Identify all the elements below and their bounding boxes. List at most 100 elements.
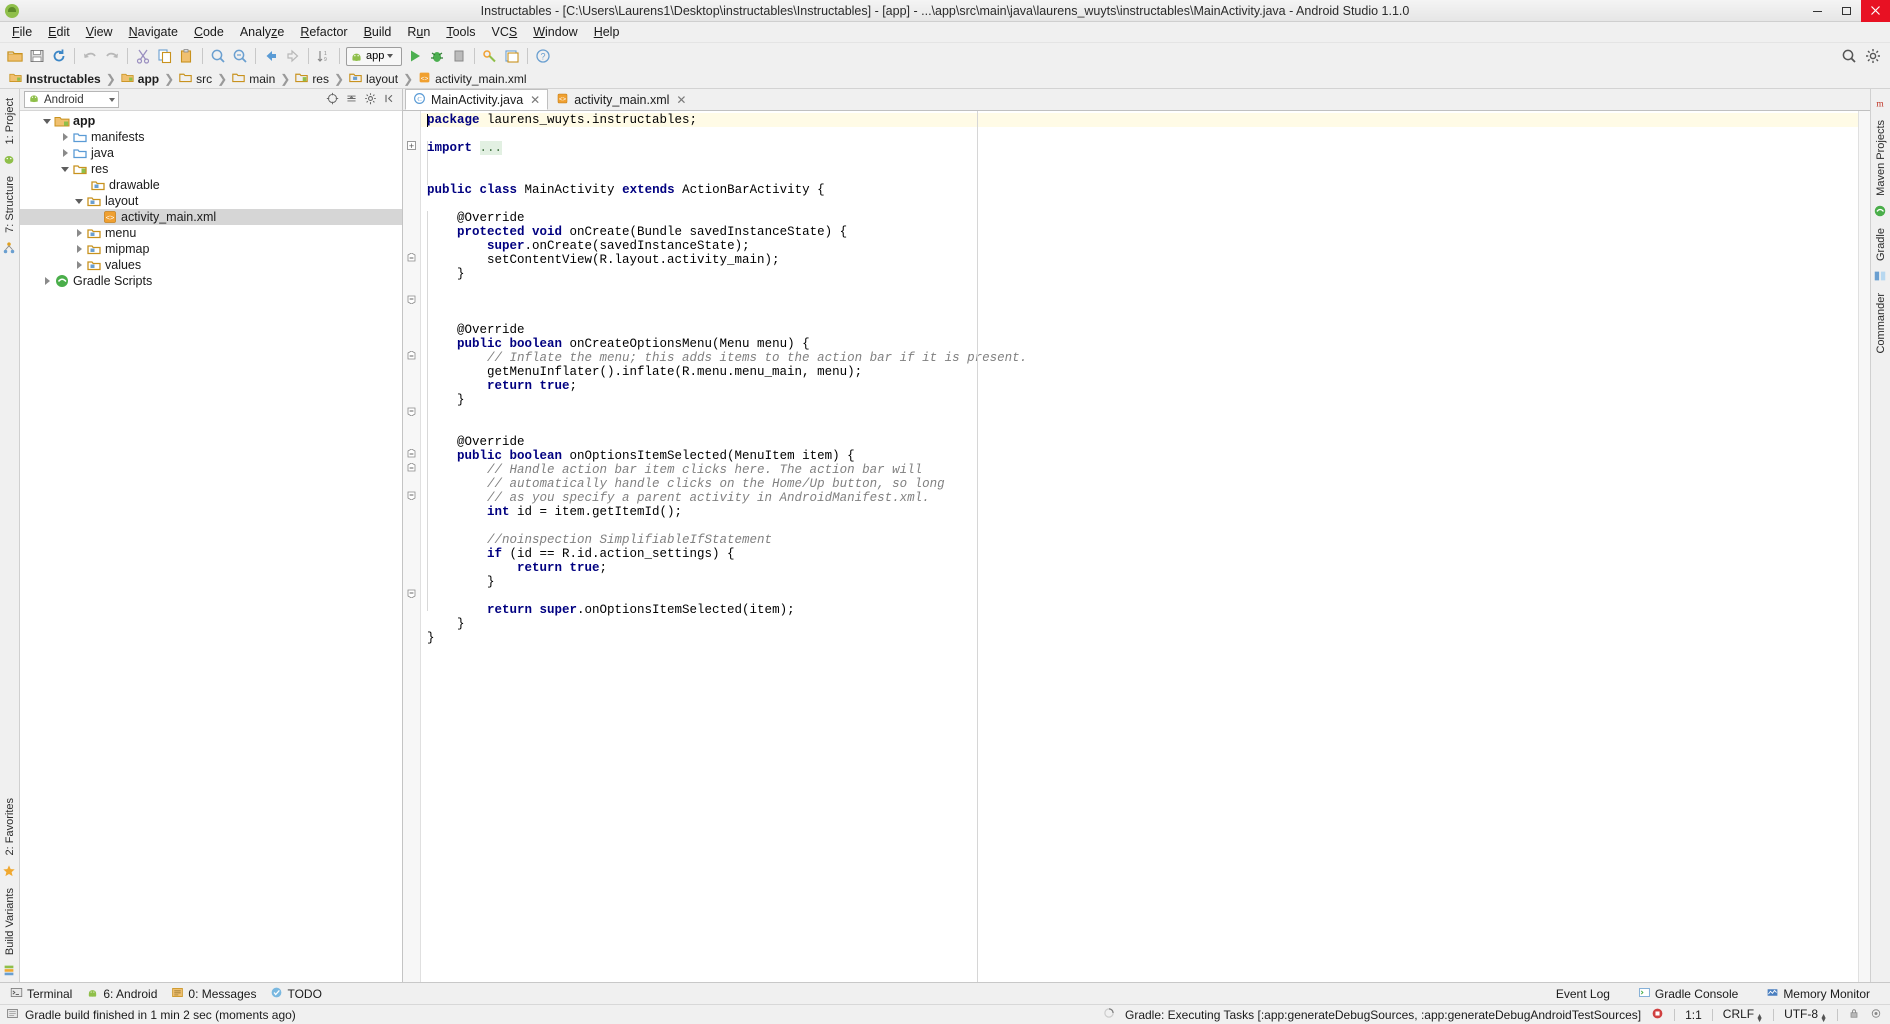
sdk-manager-icon[interactable] <box>501 45 523 67</box>
breadcrumb-item-instructables[interactable]: Instructables <box>6 71 104 87</box>
code-editor[interactable]: package laurens_wuyts.instructables; imp… <box>421 111 1858 982</box>
hide-panel-icon[interactable] <box>383 92 396 108</box>
close-icon[interactable]: ✕ <box>676 93 686 107</box>
bottom-item-memory-monitor[interactable]: Memory Monitor <box>1762 986 1880 1002</box>
fold-marker-oncreate[interactable] <box>407 253 416 262</box>
tree-item-manifests[interactable]: manifests <box>20 129 402 145</box>
chevron-right-icon[interactable] <box>72 257 86 273</box>
cut-icon[interactable] <box>132 45 154 67</box>
chevron-right-icon[interactable] <box>72 241 86 257</box>
help-icon[interactable]: ? <box>532 45 554 67</box>
collapse-all-icon[interactable] <box>345 92 358 108</box>
chevron-down-icon[interactable] <box>40 113 54 129</box>
editor-tab-mainactivity-java[interactable]: C MainActivity.java ✕ <box>405 89 549 110</box>
chevron-right-icon[interactable] <box>58 145 72 161</box>
editor-marker-strip[interactable] <box>1858 111 1870 982</box>
tree-item-values[interactable]: values <box>20 257 402 273</box>
find-icon[interactable] <box>207 45 229 67</box>
tree-item-gradle-scripts[interactable]: Gradle Scripts <box>20 273 402 289</box>
tree-item-res[interactable]: res <box>20 161 402 177</box>
hector-icon[interactable] <box>1870 1007 1882 1023</box>
stop-icon[interactable] <box>448 45 470 67</box>
settings-gear-icon[interactable] <box>364 92 377 108</box>
menu-refactor[interactable]: Refactor <box>292 22 355 42</box>
run-configuration-selector[interactable]: app <box>346 46 402 66</box>
breadcrumb-item-src[interactable]: src <box>176 71 215 87</box>
settings-icon[interactable] <box>1862 45 1884 67</box>
tree-item-app[interactable]: app <box>20 113 402 129</box>
run-icon[interactable] <box>404 45 426 67</box>
copy-icon[interactable] <box>154 45 176 67</box>
encoding[interactable]: UTF-8 ▲ ▼ <box>1784 1007 1827 1024</box>
paste-icon[interactable] <box>176 45 198 67</box>
bottom-item-messages[interactable]: 0: Messages <box>167 986 266 1002</box>
breadcrumb-item-app[interactable]: app <box>118 71 162 87</box>
fold-marker-import[interactable] <box>407 141 416 150</box>
fold-marker-comment-block-end[interactable] <box>407 491 416 500</box>
rail-item-maven-projects[interactable]: Maven Projects <box>1875 115 1887 201</box>
rail-item-commander[interactable]: Commander <box>1875 288 1887 359</box>
tree-item-java[interactable]: java <box>20 145 402 161</box>
save-all-icon[interactable] <box>26 45 48 67</box>
menu-analyze[interactable]: Analyze <box>232 22 292 42</box>
chevron-down-icon[interactable] <box>72 193 86 209</box>
redo-icon[interactable] <box>101 45 123 67</box>
menu-help[interactable]: Help <box>586 22 628 42</box>
tree-item-mipmap[interactable]: mipmap <box>20 241 402 257</box>
undo-icon[interactable] <box>79 45 101 67</box>
tree-item-drawable[interactable]: drawable <box>20 177 402 193</box>
menu-file[interactable]: File <box>4 22 40 42</box>
close-icon[interactable]: ✕ <box>530 93 540 107</box>
editor-gutter[interactable] <box>403 111 421 982</box>
open-folder-icon[interactable] <box>4 45 26 67</box>
bottom-item-gradle-console[interactable]: Gradle Console <box>1634 986 1748 1002</box>
menu-run[interactable]: Run <box>399 22 438 42</box>
rail-item-structure[interactable]: 7: Structure <box>4 171 16 238</box>
caret-position[interactable]: 1:1 <box>1685 1008 1702 1022</box>
bottom-item-todo[interactable]: TODO <box>266 986 331 1002</box>
breadcrumb-item-res[interactable]: res <box>292 71 332 87</box>
sync-icon[interactable] <box>48 45 70 67</box>
bottom-item-android[interactable]: 6: Android <box>82 986 167 1002</box>
back-icon[interactable] <box>260 45 282 67</box>
sort-icon[interactable]: 19 <box>313 45 335 67</box>
fold-marker-onoptionsitemselected[interactable] <box>407 449 416 458</box>
line-separator[interactable]: CRLF ▲ ▼ <box>1723 1007 1763 1024</box>
chevron-right-icon[interactable] <box>72 225 86 241</box>
tree-item-activity-main-xml[interactable]: <> activity_main.xml <box>20 209 402 225</box>
forward-icon[interactable] <box>282 45 304 67</box>
menu-navigate[interactable]: Navigate <box>121 22 186 42</box>
menu-tools[interactable]: Tools <box>438 22 483 42</box>
replace-icon[interactable] <box>229 45 251 67</box>
menu-code[interactable]: Code <box>186 22 232 42</box>
rail-item-build-variants[interactable]: Build Variants <box>4 883 16 960</box>
editor-splitter[interactable] <box>977 111 978 982</box>
editor-tab-activity-main-xml[interactable]: <> activity_main.xml ✕ <box>548 89 694 110</box>
tree-item-layout[interactable]: layout <box>20 193 402 209</box>
breadcrumb-item-layout[interactable]: layout <box>346 71 401 87</box>
breadcrumb-item-activity-main-xml[interactable]: <> activity_main.xml <box>415 71 529 87</box>
bottom-item-event-log[interactable]: Event Log <box>1552 987 1620 1001</box>
debug-icon[interactable] <box>426 45 448 67</box>
fold-marker-onoptionsitemselected-end[interactable] <box>407 589 416 598</box>
code-text[interactable]: package laurens_wuyts.instructables; imp… <box>421 111 1858 645</box>
fold-marker-oncreateoptionsmenu-end[interactable] <box>407 407 416 416</box>
menu-build[interactable]: Build <box>356 22 400 42</box>
rail-item-gradle[interactable]: Gradle <box>1875 223 1887 266</box>
tree-item-menu[interactable]: menu <box>20 225 402 241</box>
stop-icon[interactable] <box>1651 1007 1664 1023</box>
search-everywhere-icon[interactable] <box>1838 45 1860 67</box>
project-view-selector[interactable]: Android <box>24 91 119 108</box>
chevron-right-icon[interactable] <box>58 129 72 145</box>
breadcrumb-item-main[interactable]: main <box>229 71 278 87</box>
lock-icon[interactable] <box>1848 1007 1860 1023</box>
target-icon[interactable] <box>326 92 339 108</box>
fold-marker-oncreate-end[interactable] <box>407 295 416 304</box>
fold-marker-oncreateoptionsmenu[interactable] <box>407 351 416 360</box>
project-tree[interactable]: app manifests java res drawable layout <… <box>20 111 402 982</box>
rail-item-favorites[interactable]: 2: Favorites <box>4 793 16 860</box>
bottom-item-terminal[interactable]: Terminal <box>6 986 82 1002</box>
fold-marker-comment-block[interactable] <box>407 463 416 472</box>
menu-vcs[interactable]: VCS <box>484 22 526 42</box>
menu-window[interactable]: Window <box>525 22 585 42</box>
